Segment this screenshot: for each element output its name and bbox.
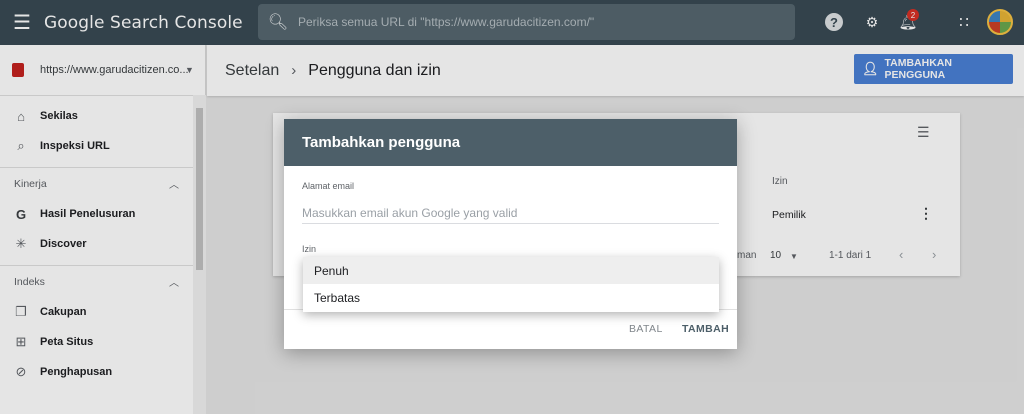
cancel-button[interactable]: BATAL bbox=[629, 323, 663, 335]
email-field[interactable] bbox=[302, 203, 719, 224]
add-user-dialog: Tambahkan pengguna Alamat email Izin BAT… bbox=[284, 119, 737, 349]
dialog-title: Tambahkan pengguna bbox=[284, 119, 737, 166]
option-restricted[interactable]: Terbatas bbox=[303, 284, 719, 311]
permission-dropdown-menu: Penuh Terbatas bbox=[303, 257, 719, 312]
email-label: Alamat email bbox=[302, 181, 355, 191]
add-button[interactable]: TAMBAH bbox=[682, 323, 729, 335]
permission-label: Izin bbox=[302, 244, 317, 254]
option-full[interactable]: Penuh bbox=[303, 257, 719, 284]
